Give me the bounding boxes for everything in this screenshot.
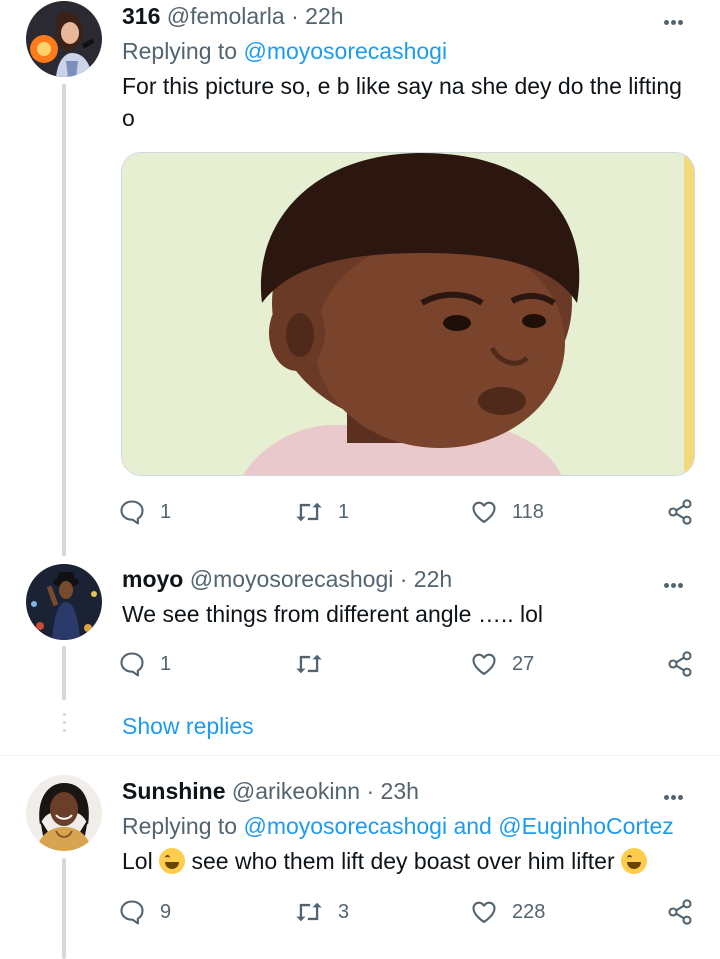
- reply-icon: [120, 652, 144, 677]
- username[interactable]: @moyosorecashogi: [190, 566, 394, 592]
- thread-continuation-dots: [63, 713, 67, 741]
- reply-count: 9: [160, 900, 172, 923]
- like-count: 228: [512, 900, 546, 923]
- face-with-tears-of-joy-icon: [159, 848, 186, 874]
- display-name[interactable]: moyo: [122, 566, 183, 592]
- tweet-header: moyo @moyosorecashogi · 22h: [122, 564, 452, 594]
- like-icon: [472, 653, 496, 675]
- retweet-count: 1: [338, 500, 350, 523]
- like-count: 118: [512, 500, 544, 523]
- like-count: 27: [512, 652, 535, 675]
- separator: ·: [291, 3, 299, 29]
- mention-joiner: and: [453, 813, 492, 839]
- username[interactable]: @femolarla: [167, 3, 285, 29]
- avatar[interactable]: [26, 564, 102, 640]
- retweet-button[interactable]: 3: [294, 896, 349, 928]
- reply-count: 1: [160, 652, 172, 675]
- more-icon[interactable]: [664, 575, 694, 595]
- timestamp[interactable]: 23h: [381, 778, 419, 804]
- tweet-header: 316 @femolarla · 22h: [122, 1, 344, 31]
- share-button[interactable]: [666, 496, 694, 528]
- thread-line: [62, 84, 66, 556]
- reply-button[interactable]: 1: [118, 648, 171, 680]
- replying-to-label: Replying to: [122, 38, 238, 64]
- display-name[interactable]: Sunshine: [122, 778, 226, 804]
- separator: ·: [399, 566, 408, 592]
- tweet-text-part: see who them lift dey boast over him lif…: [191, 848, 615, 874]
- more-icon[interactable]: [664, 12, 694, 32]
- username[interactable]: @arikeokinn: [232, 778, 360, 804]
- tweet-actions: 9 3 228: [118, 896, 698, 928]
- tweet-1[interactable]: 316 @femolarla · 22h Replying to @moyoso…: [0, 0, 720, 556]
- share-icon: [668, 651, 692, 677]
- mention-link[interactable]: @moyosorecashogi: [243, 813, 447, 839]
- display-name[interactable]: 316: [122, 3, 160, 29]
- avatar[interactable]: [26, 775, 102, 851]
- share-button[interactable]: [666, 648, 694, 680]
- tweet-photo[interactable]: [121, 152, 695, 476]
- replying-to: Replying to @moyosorecashogi: [122, 36, 447, 66]
- photo-child-meme: [122, 153, 694, 475]
- face-with-tears-of-joy-icon: [621, 848, 648, 874]
- tweet-text-part: Lol: [122, 848, 153, 874]
- replying-to: Replying to @moyosorecashogi and @Euginh…: [122, 811, 674, 841]
- tweet-text: We see things from different angle ….. l…: [122, 601, 544, 627]
- mention-link[interactable]: @moyosorecashogi: [243, 38, 447, 64]
- thread-line: [62, 646, 66, 700]
- share-icon: [668, 899, 692, 925]
- timestamp[interactable]: 22h: [305, 3, 343, 29]
- retweet-icon: [296, 502, 322, 522]
- share-button[interactable]: [666, 896, 694, 928]
- like-button[interactable]: 27: [470, 648, 534, 680]
- thread-line: [62, 858, 66, 959]
- reply-button[interactable]: 1: [118, 496, 171, 528]
- timestamp[interactable]: 22h: [414, 566, 452, 592]
- separator: ·: [366, 778, 375, 804]
- retweet-button[interactable]: [294, 648, 338, 680]
- replying-to-label: Replying to: [122, 813, 238, 839]
- tweet-actions: 1 1 118: [118, 496, 698, 528]
- tweet-header: Sunshine @arikeokinn · 23h: [122, 776, 419, 806]
- more-icon[interactable]: [664, 787, 694, 807]
- divider: [0, 755, 720, 756]
- reply-count: 1: [160, 500, 172, 523]
- reply-icon: [120, 500, 144, 525]
- tweet-text: For this picture so, e b like say na she…: [122, 73, 682, 131]
- share-icon: [668, 499, 692, 525]
- mention-link[interactable]: @EuginhoCortez: [498, 813, 674, 839]
- reply-icon: [120, 900, 144, 925]
- retweet-icon: [296, 654, 322, 674]
- tweet-actions: 1 27: [118, 648, 698, 680]
- tweet-3[interactable]: Sunshine @arikeokinn · 23h Replying to @…: [0, 774, 720, 959]
- like-icon: [472, 901, 496, 923]
- show-replies-link[interactable]: Show replies: [122, 711, 254, 741]
- retweet-button[interactable]: 1: [294, 496, 349, 528]
- avatar[interactable]: [26, 1, 102, 77]
- tweet-text: Lol see who them lift dey boast over him…: [122, 845, 692, 877]
- like-button[interactable]: 118: [470, 496, 544, 528]
- retweet-icon: [296, 902, 322, 922]
- retweet-count: 3: [338, 900, 350, 923]
- reply-button[interactable]: 9: [118, 896, 171, 928]
- like-button[interactable]: 228: [470, 896, 545, 928]
- like-icon: [472, 501, 496, 523]
- tweet-2[interactable]: moyo @moyosorecashogi · 22h We see thing…: [0, 560, 720, 700]
